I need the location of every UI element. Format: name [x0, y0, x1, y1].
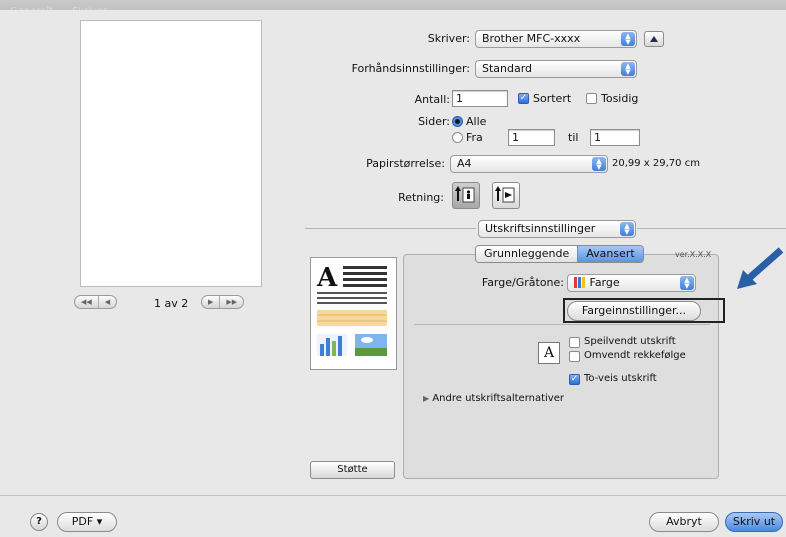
pager-back-buttons[interactable]: ◀◀ ◀: [74, 295, 118, 309]
other-options-label: Andre utskriftsalternativer: [432, 393, 564, 404]
version-label: ver.X.X.X: [675, 250, 712, 259]
presets-value: Standard: [482, 62, 533, 75]
collated-checkbox[interactable]: ✓: [518, 93, 529, 104]
presets-select[interactable]: Standard ▲ ▼: [475, 60, 637, 78]
color-label: Farge/Gråtone:: [481, 276, 564, 289]
printer-select[interactable]: Brother MFC-xxxx ▲ ▼: [475, 30, 637, 48]
presets-label: Forhåndsinnstillinger:: [351, 62, 470, 75]
printer-value: Brother MFC-xxxx: [482, 32, 581, 45]
first-page-icon[interactable]: ◀◀: [75, 296, 99, 308]
tab-bar: Grunnleggende Avansert: [475, 245, 644, 263]
color-bars-icon: [574, 277, 586, 293]
popup-arrows-icon: ▲ ▼: [621, 62, 635, 76]
collated-label: Sortert: [533, 92, 572, 105]
pages-from-label: Fra: [466, 131, 483, 144]
landscape-orientation-icon: [495, 186, 515, 203]
popup-arrows-icon: ▲ ▼: [621, 32, 635, 46]
popup-arrows-icon: ▲ ▼: [680, 276, 694, 290]
mirror-checkbox[interactable]: [569, 337, 580, 348]
paper-size-value: A4: [457, 157, 472, 170]
page-counter: 1 av 2: [154, 297, 189, 310]
help-button[interactable]: ?: [30, 513, 48, 531]
pages-range-radio[interactable]: [452, 132, 463, 143]
bidirectional-checkbox[interactable]: ✓: [569, 374, 580, 385]
tab-advanced[interactable]: Avansert: [577, 246, 643, 262]
pages-all-label: Alle: [466, 115, 487, 128]
paper-size-select[interactable]: A4 ▲ ▼: [450, 155, 608, 173]
previous-page-icon[interactable]: ◀: [99, 296, 116, 308]
duplex-checkbox[interactable]: [586, 93, 597, 104]
next-page-icon[interactable]: ▶: [202, 296, 221, 308]
copies-label: Antall:: [414, 93, 450, 106]
reverse-order-checkbox[interactable]: [569, 351, 580, 362]
tab-basic[interactable]: Grunnleggende: [476, 246, 578, 262]
bidirectional-label: To-veis utskrift: [584, 373, 657, 384]
other-options-disclosure[interactable]: ▶ Andre utskriftsalternativer: [423, 393, 564, 404]
cancel-button[interactable]: Avbryt: [649, 512, 719, 532]
copies-input[interactable]: 1: [452, 90, 508, 107]
driver-thumbnail: A: [310, 257, 397, 370]
color-value: Farge: [589, 276, 620, 289]
section-divider-right: [637, 228, 786, 229]
pages-all-radio[interactable]: [452, 116, 463, 127]
svg-text:A: A: [316, 263, 338, 293]
section-divider-left: [305, 228, 476, 229]
page-preview: [80, 20, 262, 287]
popup-arrows-icon: ▲ ▼: [620, 222, 634, 236]
collapse-triangle-icon: [650, 36, 658, 42]
popup-arrows-icon: ▲ ▼: [592, 157, 606, 171]
print-button[interactable]: Skriv ut: [725, 512, 783, 532]
mirror-label: Speilvendt utskrift: [584, 336, 676, 347]
pointer-arrow-icon: [737, 247, 784, 289]
pager-forward-buttons[interactable]: ▶ ▶▶: [201, 295, 245, 309]
pages-from-input[interactable]: 1: [508, 129, 555, 146]
pages-label: Sider:: [418, 115, 450, 128]
mirror-preview-icon: A: [538, 342, 560, 364]
pages-to-label: til: [568, 131, 579, 144]
portrait-button[interactable]: [452, 182, 480, 209]
printer-label: Skriver:: [427, 32, 470, 45]
color-settings-button[interactable]: Fargeinnstillinger...: [567, 301, 701, 321]
section-select[interactable]: Utskriftsinnstillinger ▲ ▼: [478, 220, 636, 238]
document-thumbnail-icon: A: [316, 263, 387, 356]
section-value: Utskriftsinnstillinger: [485, 222, 596, 235]
landscape-button[interactable]: [492, 182, 520, 209]
duplex-label: Tosidig: [601, 92, 639, 105]
panel-divider: [414, 324, 710, 325]
support-button[interactable]: Støtte: [310, 461, 395, 479]
disclosure-triangle-icon: ▶: [423, 394, 430, 403]
paper-size-label: Papirstørrelse:: [366, 157, 445, 170]
last-page-icon[interactable]: ▶▶: [220, 296, 243, 308]
footer-divider: [0, 495, 786, 496]
pdf-button[interactable]: PDF ▾: [57, 512, 117, 532]
color-select[interactable]: Farge ▲ ▼: [567, 274, 696, 292]
paper-dimensions: 20,99 x 29,70 cm: [612, 158, 700, 169]
disclosure-button[interactable]: [644, 31, 664, 47]
portrait-orientation-icon: [455, 186, 475, 203]
orientation-label: Retning:: [398, 191, 444, 204]
reverse-order-label: Omvendt rekkefølge: [584, 350, 686, 361]
pages-to-input[interactable]: 1: [590, 129, 640, 146]
